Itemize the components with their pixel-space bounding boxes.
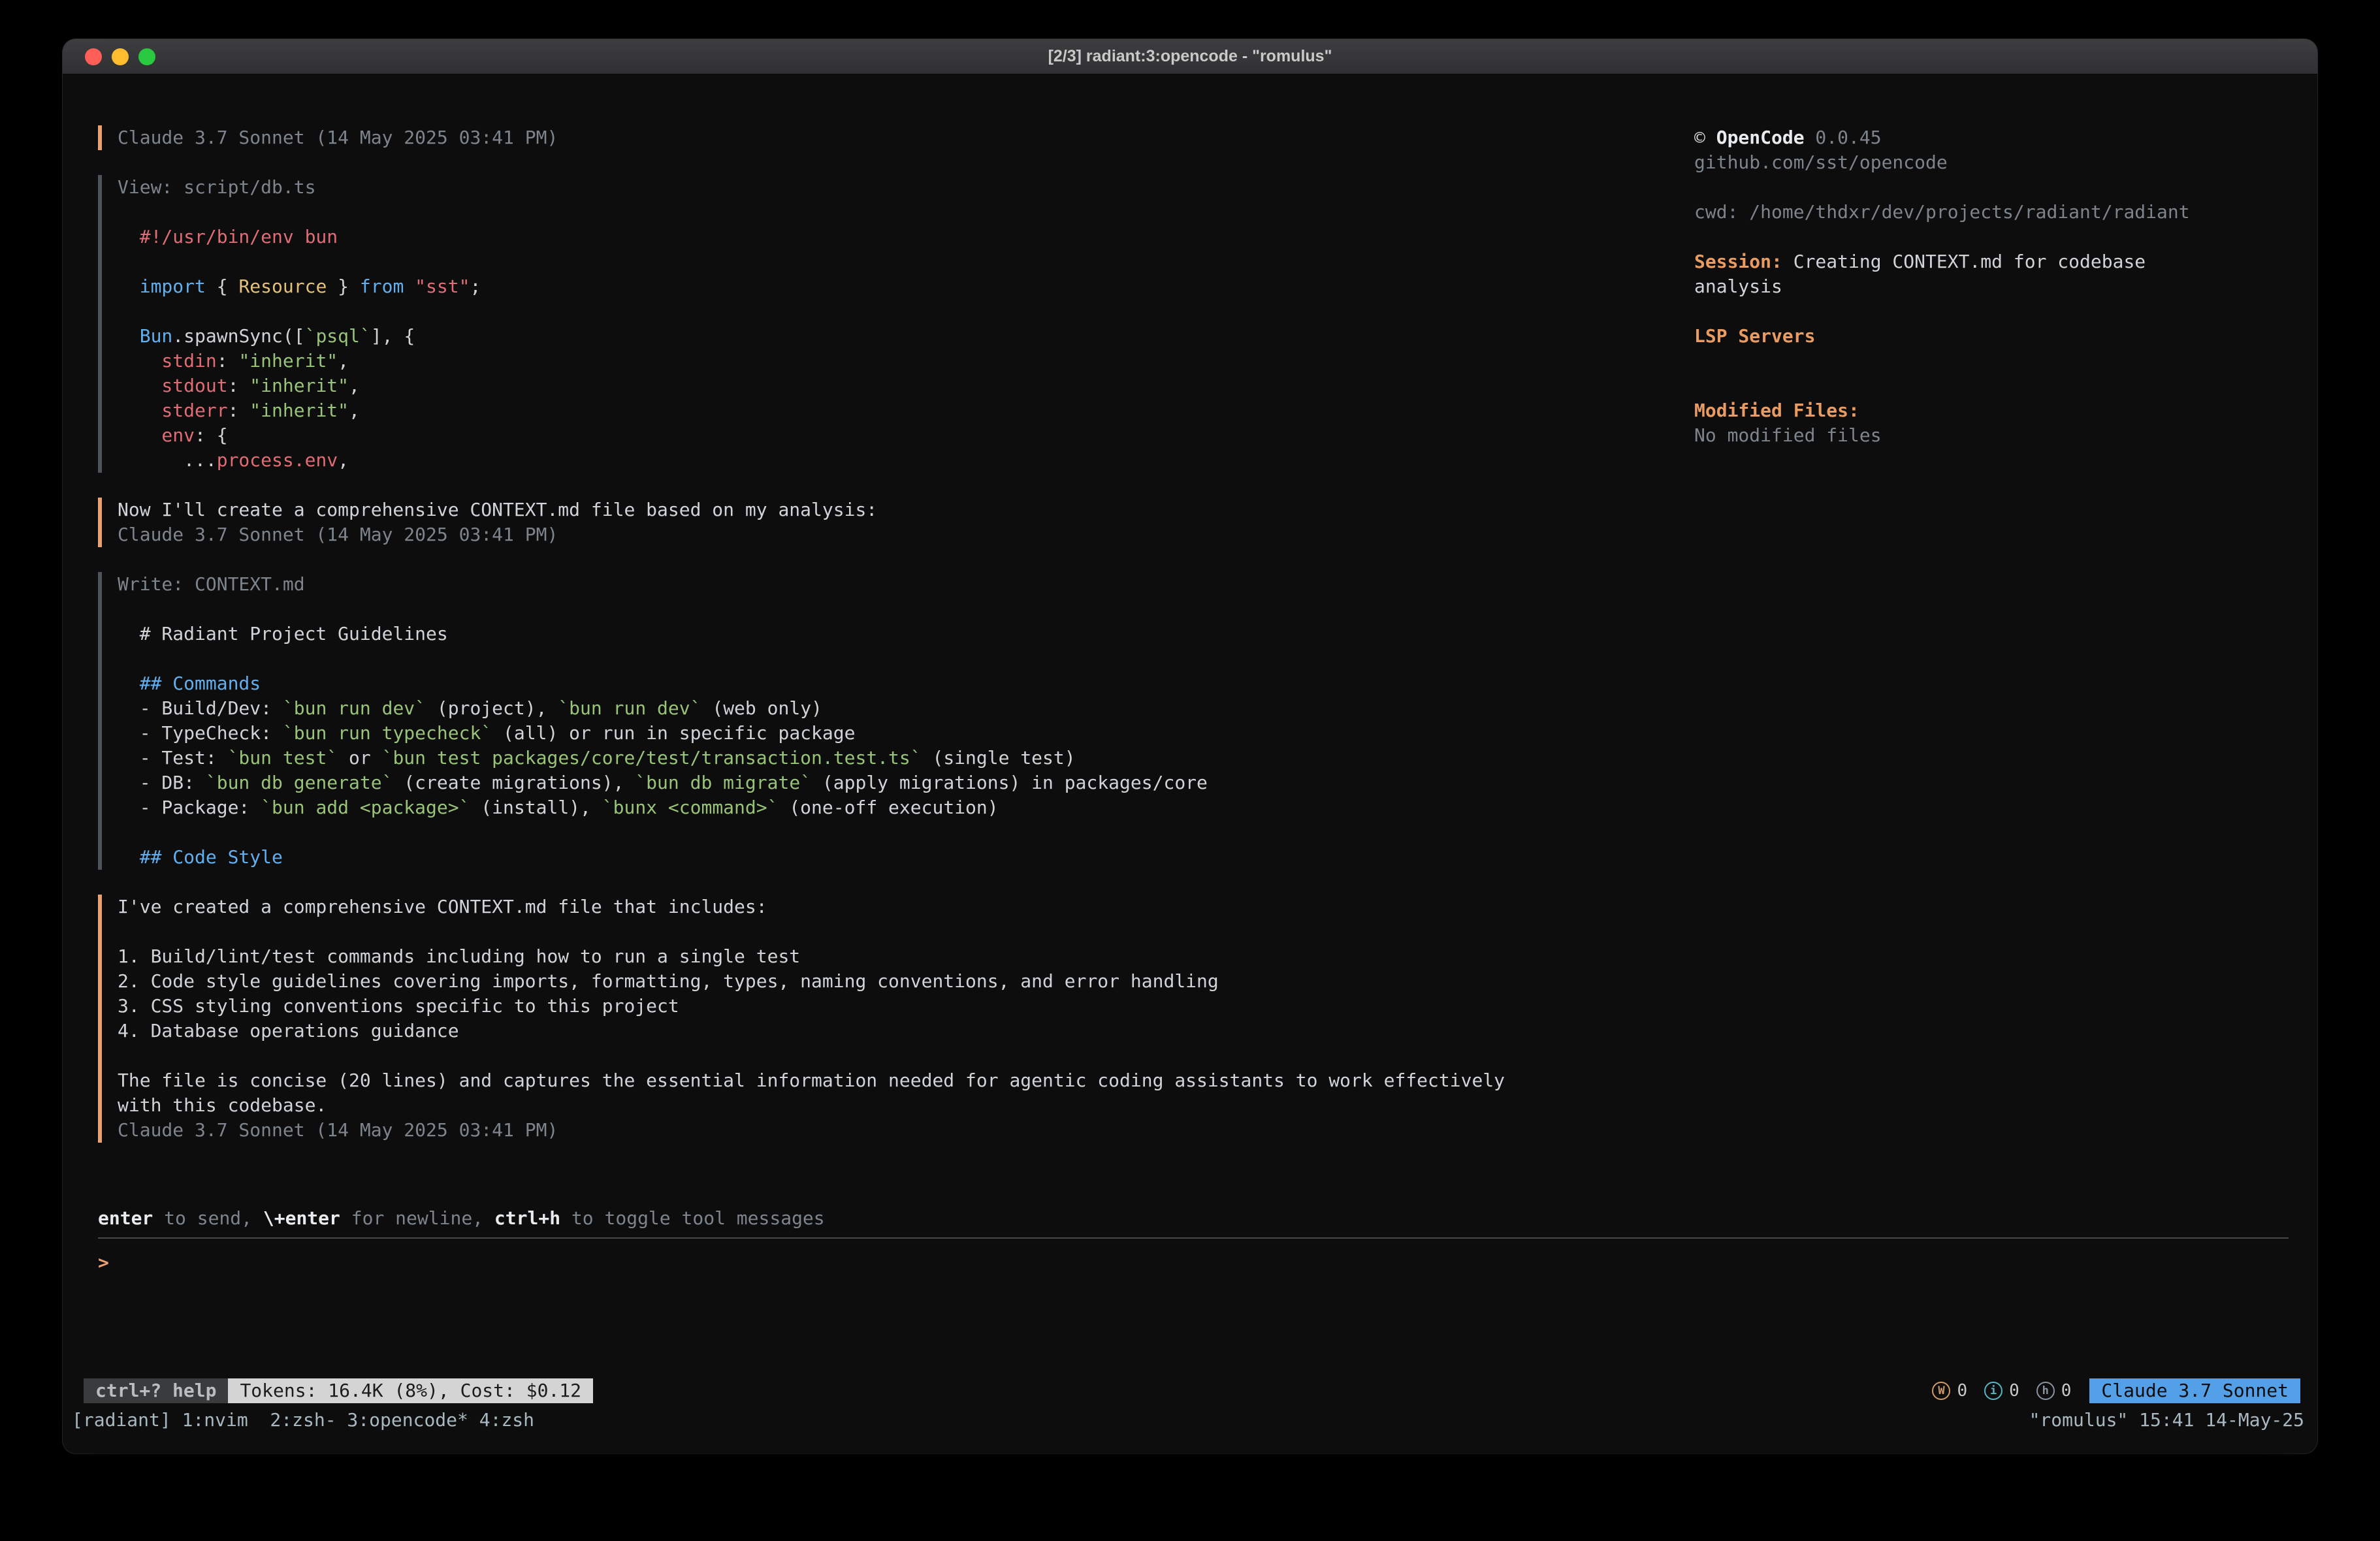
terminal-window: [2/3] radiant:3:opencode - "romulus" Cla… bbox=[63, 39, 2317, 1454]
titlebar: [2/3] radiant:3:opencode - "romulus" bbox=[63, 39, 2317, 74]
tmux-session-clock: "romulus" 15:41 14-May-25 bbox=[2029, 1408, 2304, 1433]
hints-count: 0 bbox=[2061, 1378, 2072, 1403]
warnings-count: 0 bbox=[1957, 1378, 1967, 1403]
status-bar: ctrl+? help Tokens: 16.4K (8%), Cost: $0… bbox=[63, 1376, 2317, 1406]
tool-write-block: Write: CONTEXT.md # Radiant Project Guid… bbox=[98, 572, 1668, 870]
model-chip: Claude 3.7 Sonnet bbox=[2089, 1378, 2300, 1403]
info-badge: i0 bbox=[1984, 1378, 2019, 1403]
keybind-help-text: enter to send, \+enter for newline, ctrl… bbox=[98, 1206, 2289, 1231]
opencode-tui: Claude 3.7 Sonnet (14 May 2025 03:41 PM)… bbox=[63, 74, 2317, 1453]
tool-view-content: View: script/db.ts #!/usr/bin/env bun im… bbox=[118, 175, 1668, 473]
info-count: 0 bbox=[2009, 1378, 2019, 1403]
editor-divider bbox=[98, 1237, 2289, 1239]
hints-badge: h0 bbox=[2036, 1378, 2072, 1403]
warnings-icon: W bbox=[1932, 1382, 1950, 1400]
conversation-log: Claude 3.7 Sonnet (14 May 2025 03:41 PM)… bbox=[98, 125, 1668, 1206]
main-area: Claude 3.7 Sonnet (14 May 2025 03:41 PM)… bbox=[63, 74, 2317, 1206]
tokens-cost-chip: Tokens: 16.4K (8%), Cost: $0.12 bbox=[228, 1378, 593, 1403]
prompt-input[interactable]: > bbox=[98, 1248, 2289, 1278]
assistant-message-summary: I've created a comprehensive CONTEXT.md … bbox=[98, 895, 1668, 1143]
message-meta: Claude 3.7 Sonnet (14 May 2025 03:41 PM) bbox=[118, 125, 1668, 150]
assistant-message-now: Now I'll create a comprehensive CONTEXT.… bbox=[98, 498, 1668, 547]
editor-area: enter to send, \+enter for newline, ctrl… bbox=[63, 1206, 2317, 1376]
tool-view-block: View: script/db.ts #!/usr/bin/env bun im… bbox=[98, 175, 1668, 473]
editor-empty-space[interactable] bbox=[98, 1278, 2289, 1376]
help-hint-chip: ctrl+? help bbox=[84, 1378, 228, 1403]
info-icon: i bbox=[1984, 1382, 2002, 1400]
close-button[interactable] bbox=[85, 48, 102, 65]
diagnostics-counts: W0i0h0 bbox=[1932, 1378, 2071, 1403]
window-title: [2/3] radiant:3:opencode - "romulus" bbox=[1048, 47, 1332, 66]
zoom-button[interactable] bbox=[138, 48, 155, 65]
tmux-window-list: [radiant] 1:nvim 2:zsh- 3:opencode* 4:zs… bbox=[72, 1408, 534, 1433]
sidebar: © OpenCode 0.0.45github.com/sst/opencode… bbox=[1668, 125, 2289, 1206]
traffic-lights bbox=[85, 39, 155, 74]
assistant-message-now-text: Now I'll create a comprehensive CONTEXT.… bbox=[118, 498, 1668, 547]
tool-write-content: Write: CONTEXT.md # Radiant Project Guid… bbox=[118, 572, 1668, 870]
sidebar-info: © OpenCode 0.0.45github.com/sst/opencode… bbox=[1694, 125, 2289, 448]
tmux-status-bar: [radiant] 1:nvim 2:zsh- 3:opencode* 4:zs… bbox=[63, 1406, 2317, 1435]
keybind-help: enter to send, \+enter for newline, ctrl… bbox=[98, 1206, 2289, 1231]
minimize-button[interactable] bbox=[112, 48, 129, 65]
assistant-message-summary-text: I've created a comprehensive CONTEXT.md … bbox=[118, 895, 1668, 1143]
hints-icon: h bbox=[2036, 1382, 2055, 1400]
warnings-badge: W0 bbox=[1932, 1378, 1967, 1403]
assistant-message-header: Claude 3.7 Sonnet (14 May 2025 03:41 PM) bbox=[98, 125, 1668, 150]
prompt-symbol: > bbox=[98, 1250, 109, 1275]
